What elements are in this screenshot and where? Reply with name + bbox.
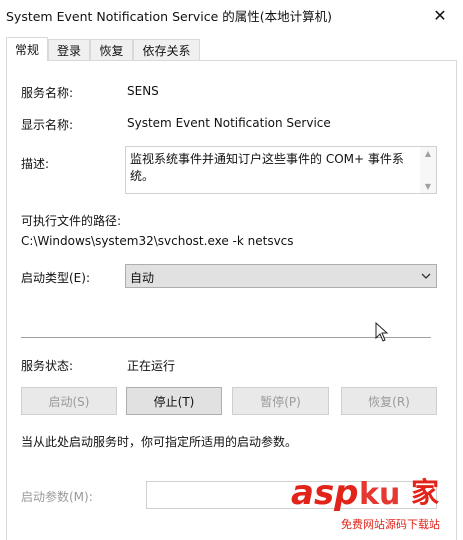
- start-button[interactable]: 启动(S): [21, 387, 117, 415]
- service-status-label: 服务状态:: [21, 359, 74, 373]
- description-label: 描述:: [21, 157, 50, 171]
- close-icon: ✕: [433, 5, 447, 25]
- start-params-label: 启动参数(M):: [21, 490, 93, 504]
- tab-dependencies-label: 依存关系: [142, 43, 191, 58]
- service-name-value: SENS: [127, 84, 159, 98]
- exe-path-label: 可执行文件的路径:: [21, 214, 122, 228]
- watermark-brand-suffix: ku: [359, 477, 400, 512]
- exe-path-value: C:\Windows\system32\svchost.exe -k netsv…: [21, 234, 294, 248]
- pause-button-label: 暂停(P): [260, 394, 301, 409]
- description-text: 监视系统事件并通知订户这些事件的 COM+ 事件系统。: [130, 152, 404, 183]
- stop-button[interactable]: 停止(T): [126, 387, 222, 415]
- description-textbox[interactable]: 监视系统事件并通知订户这些事件的 COM+ 事件系统。 ▲ ▼: [125, 146, 437, 194]
- watermark-brand: asp: [291, 473, 359, 513]
- start-button-label: 启动(S): [48, 394, 90, 409]
- separator: [21, 337, 431, 338]
- window-title: System Event Notification Service 的属性(本地…: [6, 9, 332, 24]
- service-name-label: 服务名称:: [21, 86, 74, 100]
- scroll-up-icon[interactable]: ▲: [420, 149, 436, 158]
- tab-recovery-label: 恢复: [99, 43, 124, 58]
- description-scrollbar[interactable]: ▲ ▼: [420, 147, 436, 193]
- display-name-label: 显示名称:: [21, 118, 74, 132]
- chevron-down-icon: [421, 273, 431, 279]
- tab-general[interactable]: 常规: [6, 37, 48, 61]
- watermark-brand-cjk: 家: [411, 476, 439, 509]
- watermark-slogan: 免费网站源码下载站: [341, 517, 440, 531]
- stop-button-label: 停止(T): [153, 394, 195, 409]
- service-status-value: 正在运行: [127, 359, 176, 373]
- tab-recovery[interactable]: 恢复: [90, 39, 133, 60]
- startup-type-label: 启动类型(E):: [21, 271, 90, 285]
- site-watermark-logo: asp ku 家 免费网站源码下载站: [291, 473, 440, 531]
- tab-logon[interactable]: 登录: [48, 39, 90, 60]
- start-params-hint: 当从此处启动服务时，你可指定所适用的启动参数。: [21, 435, 298, 449]
- tab-logon-label: 登录: [56, 43, 81, 58]
- tab-general-label: 常规: [14, 43, 39, 57]
- pause-button[interactable]: 暂停(P): [232, 387, 329, 415]
- scroll-down-icon[interactable]: ▼: [420, 182, 436, 191]
- tab-dependencies[interactable]: 依存关系: [133, 39, 200, 60]
- mouse-pointer-icon: [375, 322, 389, 342]
- resume-button-label: 恢复(R): [368, 394, 410, 409]
- title-bar: System Event Notification Service 的属性(本地…: [0, 0, 463, 30]
- startup-type-select[interactable]: 自动: [125, 264, 437, 288]
- startup-type-value: 自动: [130, 271, 155, 285]
- close-button[interactable]: ✕: [417, 0, 463, 30]
- resume-button[interactable]: 恢复(R): [341, 387, 437, 415]
- display-name-value: System Event Notification Service: [127, 116, 331, 130]
